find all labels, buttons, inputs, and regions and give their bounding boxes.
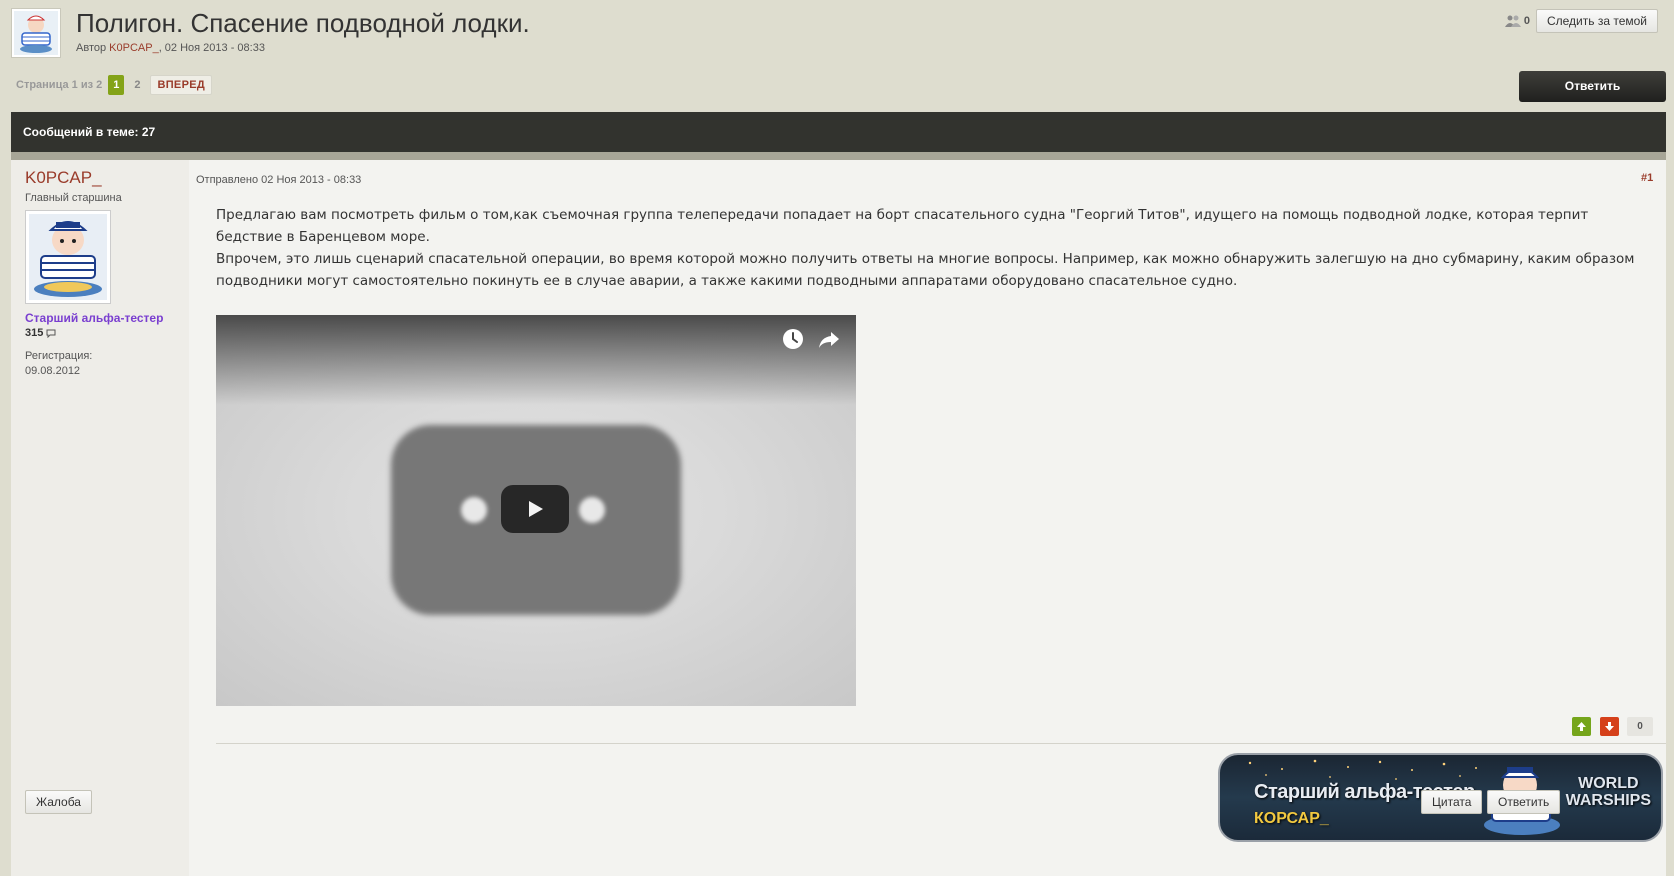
followers-count: 0 <box>1504 15 1530 27</box>
video-top-shade <box>216 315 856 405</box>
quote-button[interactable]: Цитата <box>1421 790 1483 814</box>
messages-count-bar: Сообщений в теме: 27 <box>11 112 1666 152</box>
video-embed[interactable] <box>216 315 856 706</box>
author-group: Старший альфа-тестер <box>25 311 164 325</box>
post-number-link[interactable]: #1 <box>1641 172 1653 184</box>
author-rank: Главный старшина <box>25 192 122 204</box>
registration-label: Регистрация: <box>25 350 93 362</box>
avatar-image <box>14 11 58 55</box>
page-current: 1 <box>108 75 125 95</box>
post: K0PCAP_ Главный старшина Старший альфа-т… <box>11 160 1666 876</box>
post-paragraph-2: Впрочем, это лишь сценарий спасательной … <box>216 251 1635 289</box>
meta-date: , 02 Ноя 2013 - 08:33 <box>158 42 265 54</box>
pagination: Страница 1 из 2 1 2 ВПЕРЕД <box>16 75 212 95</box>
messages-count-label: Сообщений в теме: 27 <box>23 125 156 139</box>
thumb-down-icon <box>1605 722 1614 731</box>
meta-prefix: Автор <box>76 42 107 54</box>
signature-brand: WORLD WARSHIPS <box>1566 775 1651 809</box>
page-next-button[interactable]: ВПЕРЕД <box>150 75 212 95</box>
registration-date: 09.08.2012 <box>25 365 81 377</box>
video-thumbnail-dot <box>461 497 487 523</box>
reputation-up-button[interactable] <box>1572 717 1591 736</box>
author-name-link[interactable]: K0PCAP_ <box>25 168 102 188</box>
post-body: Предлагаю вам посмотреть фильм о том,как… <box>216 204 1636 292</box>
followers-count-value: 0 <box>1523 15 1530 27</box>
reputation-count: 0 <box>1627 717 1653 736</box>
play-button[interactable] <box>501 485 569 533</box>
author-avatar[interactable] <box>25 210 111 304</box>
share-icon[interactable] <box>817 327 841 351</box>
video-thumbnail-dot <box>579 497 605 523</box>
page-link-2[interactable]: 2 <box>130 79 144 91</box>
posts-bubble-icon <box>46 329 56 338</box>
follow-area: 0 Следить за темой <box>1504 9 1658 33</box>
signature-line-2: КОРСАР_ <box>1254 810 1329 827</box>
bar-strip <box>11 152 1666 160</box>
reputation-down-button[interactable] <box>1600 717 1619 736</box>
thumb-up-icon <box>1577 722 1586 731</box>
signature-brand-line-1: WORLD <box>1578 775 1639 792</box>
post-reply-button[interactable]: Ответить <box>1487 790 1561 814</box>
page-label: Страница 1 из 2 <box>16 79 103 91</box>
complain-button[interactable]: Жалоба <box>25 790 92 814</box>
signature-brand-line-2: WARSHIPS <box>1565 792 1651 809</box>
topic-title: Полигон. Спасение подводной лодки. <box>76 8 530 38</box>
author-posts-value: 315 <box>25 327 44 339</box>
follow-topic-button[interactable]: Следить за темой <box>1535 9 1658 33</box>
clock-icon[interactable] <box>781 327 805 351</box>
post-paragraph-1: Предлагаю вам посмотреть фильм о том,как… <box>216 207 1589 245</box>
play-icon <box>529 501 543 517</box>
topic-starter-avatar[interactable] <box>11 8 61 58</box>
topic-author-link[interactable]: K0PCAP_ <box>109 42 159 54</box>
author-posts-count: 315 <box>25 327 56 339</box>
author-avatar-image <box>29 214 107 300</box>
post-date: Отправлено 02 Ноя 2013 - 08:33 <box>196 174 362 186</box>
followers-icon <box>1504 15 1521 27</box>
reply-top-button[interactable]: Ответить <box>1519 71 1666 102</box>
topic-meta: Автор K0PCAP_, 02 Ноя 2013 - 08:33 <box>76 42 265 54</box>
post-divider <box>216 743 1666 744</box>
